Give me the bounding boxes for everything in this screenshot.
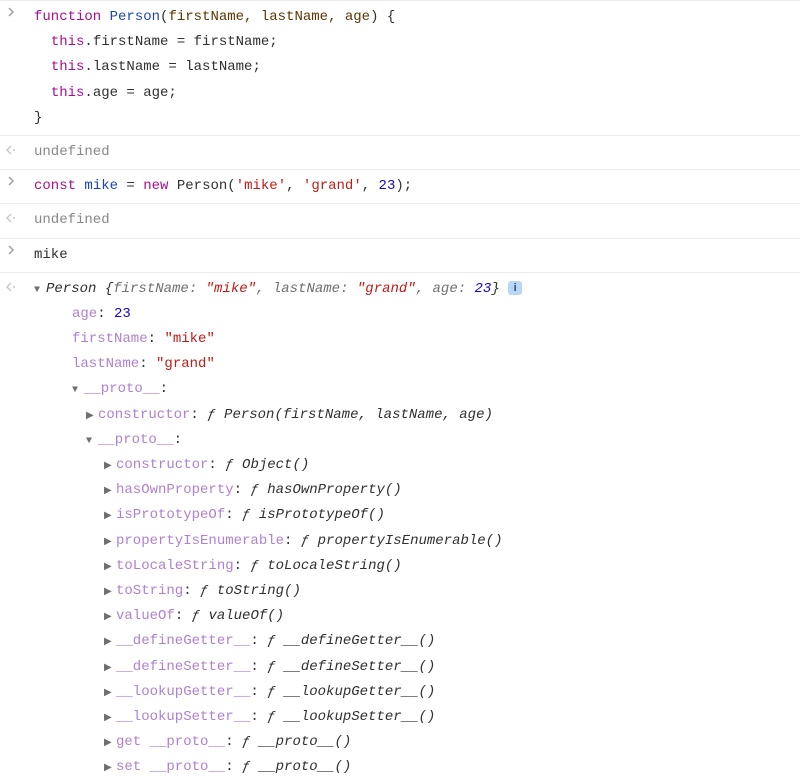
- proto-row[interactable]: __proto__:: [24, 377, 800, 402]
- proto-method-row[interactable]: valueOf: ƒ valueOf(): [24, 604, 800, 629]
- expand-caret-icon[interactable]: [104, 710, 116, 728]
- expand-caret-icon[interactable]: [104, 458, 116, 476]
- code-line: }: [24, 106, 800, 131]
- output-prompt-icon: [4, 210, 16, 232]
- input-prompt-icon: [6, 6, 18, 18]
- object-property-row[interactable]: firstName: "mike": [24, 327, 800, 352]
- expand-caret-icon[interactable]: [104, 559, 116, 577]
- expand-caret-icon[interactable]: [104, 534, 116, 552]
- proto-method-row[interactable]: toLocaleString: ƒ toLocaleString(): [24, 554, 800, 579]
- object-property-row[interactable]: age: 23: [24, 302, 800, 327]
- expand-caret-icon[interactable]: [104, 609, 116, 627]
- proto-method-row[interactable]: toString: ƒ toString(): [24, 579, 800, 604]
- proto-accessor-row[interactable]: set __proto__: ƒ __proto__(): [24, 755, 800, 780]
- expand-caret-icon[interactable]: [104, 760, 116, 778]
- undefined-result: undefined: [24, 208, 800, 233]
- proto-method-row[interactable]: __lookupGetter__: ƒ __lookupGetter__(): [24, 680, 800, 705]
- expand-caret-icon[interactable]: [86, 433, 98, 451]
- code-line: this.firstName = firstName;: [24, 30, 800, 55]
- code-line: this.lastName = lastName;: [24, 55, 800, 80]
- info-badge-icon[interactable]: i: [508, 281, 522, 295]
- proto-row[interactable]: __proto__:: [24, 428, 800, 453]
- console-input-entry: mike: [0, 238, 800, 272]
- proto-method-row[interactable]: __defineSetter__: ƒ __defineSetter__(): [24, 655, 800, 680]
- proto-accessor-row[interactable]: get __proto__: ƒ __proto__(): [24, 730, 800, 755]
- expand-caret-icon[interactable]: [86, 408, 98, 426]
- constructor-row[interactable]: constructor: ƒ Object(): [24, 453, 800, 478]
- expand-caret-icon[interactable]: [104, 685, 116, 703]
- console-input-entry: const mike = new Person('mike', 'grand',…: [0, 169, 800, 203]
- input-prompt-icon: [6, 244, 18, 256]
- proto-method-row[interactable]: isPrototypeOf: ƒ isPrototypeOf(): [24, 503, 800, 528]
- console-result-entry: undefined: [0, 135, 800, 169]
- proto-method-row[interactable]: propertyIsEnumerable: ƒ propertyIsEnumer…: [24, 529, 800, 554]
- code-line: function Person(firstName, lastName, age…: [24, 5, 800, 30]
- code-line: const mike = new Person('mike', 'grand',…: [24, 174, 800, 199]
- expand-caret-icon[interactable]: [104, 660, 116, 678]
- object-summary-row[interactable]: Person {firstName: "mike", lastName: "gr…: [24, 277, 800, 302]
- console-result-entry: Person {firstName: "mike", lastName: "gr…: [0, 272, 800, 784]
- undefined-result: undefined: [24, 140, 800, 165]
- expand-caret-icon[interactable]: [34, 282, 46, 300]
- input-prompt-icon: [6, 175, 18, 187]
- code-line: mike: [24, 243, 800, 268]
- expand-caret-icon[interactable]: [72, 382, 84, 400]
- object-property-row[interactable]: lastName: "grand": [24, 352, 800, 377]
- output-prompt-icon: [4, 142, 16, 164]
- code-line: this.age = age;: [24, 81, 800, 106]
- console-input-entry: function Person(firstName, lastName, age…: [0, 0, 800, 135]
- proto-method-row[interactable]: hasOwnProperty: ƒ hasOwnProperty(): [24, 478, 800, 503]
- expand-caret-icon[interactable]: [104, 735, 116, 753]
- console-result-entry: undefined: [0, 203, 800, 237]
- output-prompt-icon: [4, 279, 16, 301]
- expand-caret-icon[interactable]: [104, 483, 116, 501]
- expand-caret-icon[interactable]: [104, 508, 116, 526]
- proto-method-row[interactable]: __lookupSetter__: ƒ __lookupSetter__(): [24, 705, 800, 730]
- constructor-row[interactable]: constructor: ƒ Person(firstName, lastNam…: [24, 403, 800, 428]
- expand-caret-icon[interactable]: [104, 634, 116, 652]
- expand-caret-icon[interactable]: [104, 584, 116, 602]
- proto-method-row[interactable]: __defineGetter__: ƒ __defineGetter__(): [24, 629, 800, 654]
